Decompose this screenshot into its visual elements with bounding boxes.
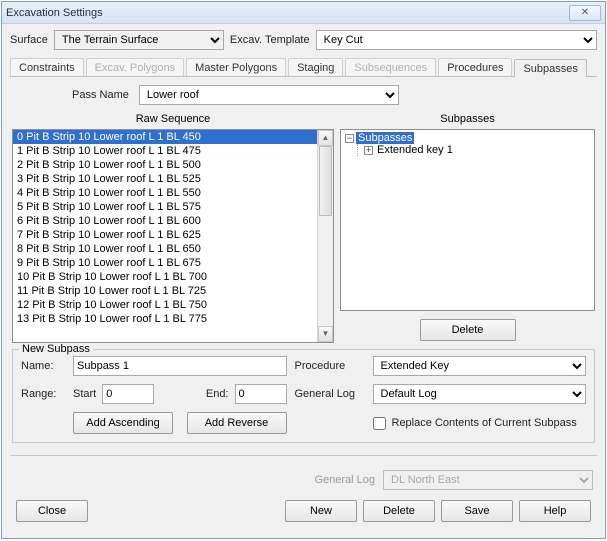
footer-genlog-label: General Log (314, 474, 375, 486)
footer-genlog-row: General Log DL North East (10, 464, 597, 492)
scroll-down-icon[interactable]: ▼ (318, 326, 333, 342)
new-subpass-legend: New Subpass (19, 343, 93, 355)
list-item[interactable]: 12 Pit B Strip 10 Lower roof L 1 BL 750 (13, 298, 317, 312)
surface-select[interactable]: The Terrain Surface (54, 30, 224, 50)
scroll-track[interactable] (318, 146, 333, 326)
window-title: Excavation Settings (6, 7, 569, 19)
general-log-select[interactable]: Default Log (373, 384, 587, 404)
tree-children: + Extended key 1 (357, 144, 592, 156)
name-input[interactable] (73, 356, 287, 376)
tree-root[interactable]: − Subpasses (343, 132, 592, 144)
raw-sequence-list[interactable]: 0 Pit B Strip 10 Lower roof L 1 BL 450 1… (12, 129, 334, 343)
name-label: Name: (21, 360, 65, 372)
subpasses-column: Subpasses − Subpasses + Extended key 1 (340, 111, 595, 343)
footer-genlog-select: DL North East (383, 470, 593, 490)
subpasses-header: Subpasses (340, 111, 595, 129)
tree-child[interactable]: + Extended key 1 (362, 144, 592, 156)
raw-sequence-header: Raw Sequence (12, 111, 334, 129)
new-subpass-grid: Name: Procedure Extended Key Range: Star… (21, 356, 586, 434)
new-subpass-group: New Subpass Name: Procedure Extended Key… (12, 349, 595, 443)
tab-body: Pass Name Lower roof Raw Sequence 0 Pit … (10, 79, 597, 447)
list-item[interactable]: 13 Pit B Strip 10 Lower roof L 1 BL 775 (13, 312, 317, 326)
list-item[interactable]: 0 Pit B Strip 10 Lower roof L 1 BL 450 (13, 130, 317, 144)
raw-sequence-list-content[interactable]: 0 Pit B Strip 10 Lower roof L 1 BL 450 1… (13, 130, 317, 342)
passname-label: Pass Name (72, 89, 129, 101)
expand-icon[interactable]: + (364, 146, 373, 155)
end-input[interactable] (235, 384, 287, 404)
replace-checkbox[interactable] (373, 417, 386, 430)
template-select[interactable]: Key Cut (316, 30, 597, 50)
tab-procedures[interactable]: Procedures (438, 58, 512, 76)
subpasses-tree[interactable]: − Subpasses + Extended key 1 (340, 129, 595, 311)
add-ascending-button[interactable]: Add Ascending (73, 412, 173, 434)
titlebar: Excavation Settings ✕ (2, 2, 605, 24)
top-controls-row: Surface The Terrain Surface Excav. Templ… (10, 30, 597, 50)
range-label: Range: (21, 388, 65, 400)
surface-label: Surface (10, 34, 48, 46)
list-item[interactable]: 5 Pit B Strip 10 Lower roof L 1 BL 575 (13, 200, 317, 214)
tab-staging[interactable]: Staging (288, 58, 343, 76)
list-item[interactable]: 6 Pit B Strip 10 Lower roof L 1 BL 600 (13, 214, 317, 228)
new-button[interactable]: New (285, 500, 357, 522)
tab-excav-polygons: Excav. Polygons (86, 58, 185, 76)
list-item[interactable]: 11 Pit B Strip 10 Lower roof L 1 BL 725 (13, 284, 317, 298)
subpasses-button-row: Delete (340, 311, 595, 341)
list-item[interactable]: 2 Pit B Strip 10 Lower roof L 1 BL 500 (13, 158, 317, 172)
collapse-icon[interactable]: − (345, 134, 354, 143)
start-label: Start (73, 388, 96, 400)
list-item[interactable]: 1 Pit B Strip 10 Lower roof L 1 BL 475 (13, 144, 317, 158)
close-button[interactable]: Close (16, 500, 88, 522)
list-item[interactable]: 8 Pit B Strip 10 Lower roof L 1 BL 650 (13, 242, 317, 256)
tab-constraints[interactable]: Constraints (10, 58, 84, 76)
divider (10, 455, 597, 456)
add-buttons-row: Add Ascending Add Reverse (73, 412, 287, 434)
procedure-label: Procedure (295, 360, 365, 372)
range-row: Start End: (73, 384, 287, 404)
tab-strip: Constraints Excav. Polygons Master Polyg… (10, 58, 597, 77)
list-item[interactable]: 7 Pit B Strip 10 Lower roof L 1 BL 625 (13, 228, 317, 242)
scroll-up-icon[interactable]: ▲ (318, 130, 333, 146)
columns: Raw Sequence 0 Pit B Strip 10 Lower roof… (12, 111, 595, 343)
add-reverse-button[interactable]: Add Reverse (187, 412, 287, 434)
help-button[interactable]: Help (519, 500, 591, 522)
tab-master-polygons[interactable]: Master Polygons (186, 58, 286, 76)
template-label: Excav. Template (230, 34, 310, 46)
scrollbar[interactable]: ▲ ▼ (317, 130, 333, 342)
list-item[interactable]: 10 Pit B Strip 10 Lower roof L 1 BL 700 (13, 270, 317, 284)
content-area: Surface The Terrain Surface Excav. Templ… (2, 24, 605, 538)
start-input[interactable] (102, 384, 154, 404)
excavation-settings-window: Excavation Settings ✕ Surface The Terrai… (1, 1, 606, 539)
list-item[interactable]: 3 Pit B Strip 10 Lower roof L 1 BL 525 (13, 172, 317, 186)
passname-row: Pass Name Lower roof (12, 83, 595, 111)
procedure-select[interactable]: Extended Key (373, 356, 587, 376)
tree-root-label[interactable]: Subpasses (356, 132, 414, 144)
passname-select[interactable]: Lower roof (139, 85, 399, 105)
list-item[interactable]: 9 Pit B Strip 10 Lower roof L 1 BL 675 (13, 256, 317, 270)
delete-button[interactable]: Delete (363, 500, 435, 522)
close-icon[interactable]: ✕ (569, 5, 601, 21)
delete-subpass-button[interactable]: Delete (420, 319, 516, 341)
tab-subsequences: Subsequences (345, 58, 436, 76)
tab-subpasses[interactable]: Subpasses (514, 59, 586, 77)
save-button[interactable]: Save (441, 500, 513, 522)
general-log-label: General Log (295, 388, 365, 400)
list-item[interactable]: 4 Pit B Strip 10 Lower roof L 1 BL 550 (13, 186, 317, 200)
raw-sequence-column: Raw Sequence 0 Pit B Strip 10 Lower roof… (12, 111, 334, 343)
scroll-thumb[interactable] (319, 146, 332, 216)
replace-label: Replace Contents of Current Subpass (392, 417, 577, 429)
tree-child-label[interactable]: Extended key 1 (375, 144, 455, 156)
replace-row: Replace Contents of Current Subpass (373, 417, 587, 430)
bottom-buttons: Close New Delete Save Help (10, 494, 597, 530)
end-label: End: (206, 388, 229, 400)
